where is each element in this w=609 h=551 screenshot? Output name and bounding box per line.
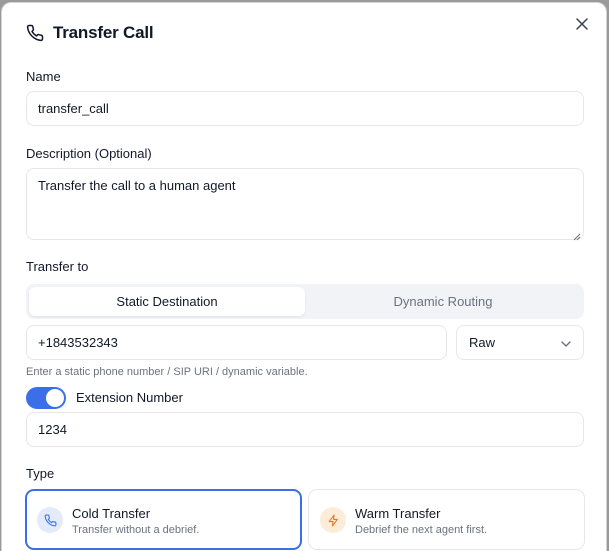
- tab-dynamic-routing[interactable]: Dynamic Routing: [305, 287, 581, 316]
- extension-input[interactable]: 1234: [26, 412, 584, 447]
- cold-transfer-subtitle: Transfer without a debrief.: [72, 524, 200, 536]
- destination-value: +1843532343: [38, 335, 118, 350]
- type-label: Type: [26, 466, 55, 481]
- destination-helper-text: Enter a static phone number / SIP URI / …: [26, 366, 308, 378]
- close-icon[interactable]: [574, 16, 590, 32]
- format-select[interactable]: Raw: [456, 325, 584, 360]
- chevron-down-icon: [561, 335, 571, 350]
- extension-label: Extension Number: [76, 390, 183, 405]
- warm-transfer-subtitle: Debrief the next agent first.: [355, 524, 488, 536]
- destination-input[interactable]: +1843532343: [26, 325, 447, 360]
- transfer-call-dialog: Transfer Call Name transfer_call Descrip…: [1, 2, 607, 551]
- phone-icon: [26, 24, 44, 42]
- lightning-icon: [320, 507, 346, 533]
- phone-icon: [37, 507, 63, 533]
- name-label: Name: [26, 69, 61, 84]
- description-textarea[interactable]: Transfer the call to a human agent: [26, 168, 584, 241]
- cold-transfer-title: Cold Transfer: [72, 506, 151, 521]
- dialog-title: Transfer Call: [53, 23, 154, 42]
- transfer-to-label: Transfer to: [26, 259, 89, 274]
- dialog-header: Transfer Call: [26, 23, 154, 43]
- format-select-value: Raw: [469, 335, 496, 350]
- name-value: transfer_call: [38, 101, 109, 116]
- name-input[interactable]: transfer_call: [26, 91, 584, 126]
- toggle-knob: [46, 389, 64, 407]
- cold-transfer-card[interactable]: Cold Transfer Transfer without a debrief…: [25, 489, 302, 550]
- extension-value: 1234: [38, 422, 67, 437]
- extension-toggle[interactable]: [26, 387, 66, 409]
- tab-static-destination[interactable]: Static Destination: [29, 287, 305, 316]
- resize-handle-icon[interactable]: [573, 229, 581, 241]
- destination-mode-tabs: Static Destination Dynamic Routing: [26, 284, 584, 319]
- description-label: Description (Optional): [26, 146, 152, 161]
- description-value: Transfer the call to a human agent: [38, 178, 236, 193]
- warm-transfer-title: Warm Transfer: [355, 506, 441, 521]
- warm-transfer-card[interactable]: Warm Transfer Debrief the next agent fir…: [308, 489, 585, 550]
